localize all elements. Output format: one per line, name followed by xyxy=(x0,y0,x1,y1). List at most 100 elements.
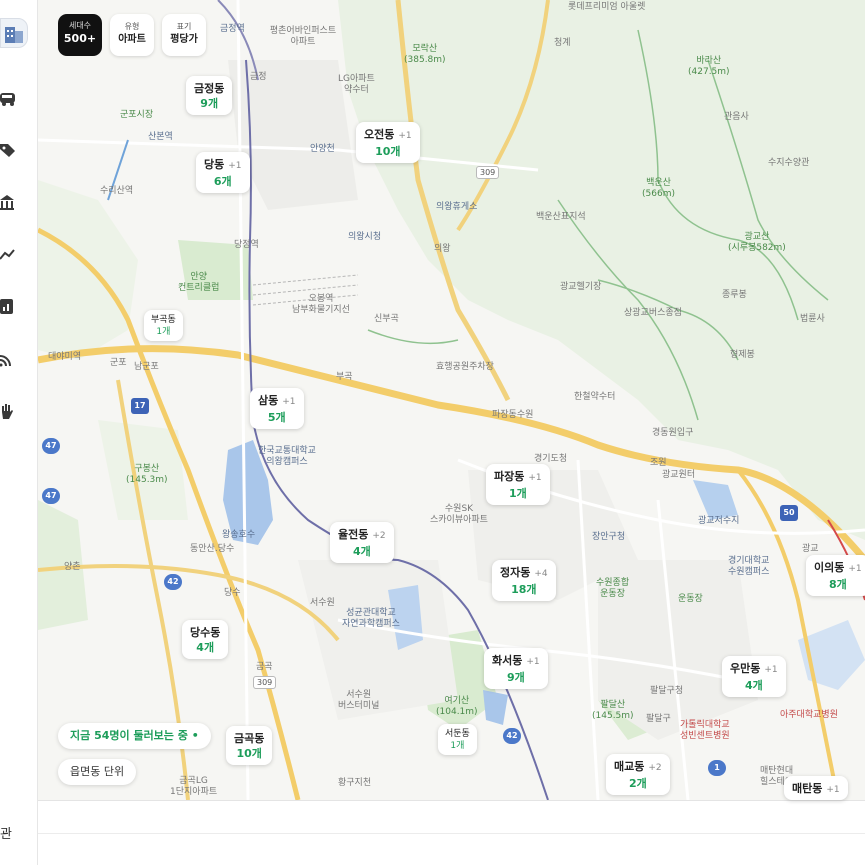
left-sidebar: 관 xyxy=(0,0,38,865)
poi-label: 평촌어바인퍼스트 아파트 xyxy=(269,26,337,47)
dong-extra: +1 xyxy=(526,657,540,667)
dong-name: 매탄동 xyxy=(792,782,823,795)
dong-extra: +1 xyxy=(398,131,412,141)
dong-count: 4개 xyxy=(196,641,215,654)
dong-count: 18개 xyxy=(511,583,537,596)
dong-count: 8개 xyxy=(828,578,847,591)
dong-count: 6개 xyxy=(213,175,232,188)
poi-label: 당수 xyxy=(224,588,241,598)
dong-extra: +4 xyxy=(534,569,548,579)
poi-label: 부곡 xyxy=(336,372,353,382)
highway-42-shield-icon: 42 xyxy=(503,728,521,744)
poi-station-label: 수리산역 xyxy=(100,186,134,196)
dong-count: 1개 xyxy=(508,487,527,500)
price-filter-chip[interactable]: 표기 평당가 xyxy=(162,14,206,56)
poi-station-label: 금정역 xyxy=(220,24,245,34)
highway-47-shield-icon: 47 xyxy=(42,488,60,504)
poi-label: 경기대학교 수원캠퍼스 xyxy=(728,556,770,577)
poi-label: 남군포 xyxy=(134,362,159,372)
dong-marker-bugok[interactable]: 부곡동 1개 xyxy=(144,310,183,341)
dong-marker-iui[interactable]: 이의동 +1 8개 xyxy=(806,555,865,596)
poi-label: 성균관대학교 자연과학캠퍼스 xyxy=(342,608,400,629)
poi-label: 수지수양관 xyxy=(768,158,810,168)
dong-name: 매교동 xyxy=(614,760,645,773)
sidebar-bottom-label[interactable]: 관 xyxy=(0,820,20,850)
type-filter-value: 아파트 xyxy=(118,34,146,45)
signal-icon[interactable] xyxy=(0,350,20,370)
dong-marker-maetan[interactable]: 매탄동 +1 xyxy=(784,776,848,800)
poi-label: 한국교통대학교 의왕캠퍼스 xyxy=(258,446,316,467)
poi-label: 금곡 xyxy=(256,662,273,672)
type-filter-chip[interactable]: 유형 아파트 xyxy=(110,14,154,56)
household-filter-chip[interactable]: 세대수 500+ xyxy=(58,14,102,56)
poi-label: 안양 컨트리클럽 xyxy=(178,272,220,293)
dong-marker-jeongja[interactable]: 정자동 +4 18개 xyxy=(492,560,556,601)
dong-marker-maegyo[interactable]: 매교동 +2 2개 xyxy=(606,754,670,795)
highway-17-shield-icon: 17 xyxy=(131,398,149,414)
dong-marker-yuljeon[interactable]: 율전동 +2 4개 xyxy=(330,522,394,563)
price-filter-label: 표기 xyxy=(176,22,192,31)
dong-marker-pajang[interactable]: 파장동 +1 1개 xyxy=(486,464,550,505)
dong-marker-geumjeong[interactable]: 금정동 9개 xyxy=(186,76,233,115)
dong-name: 오전동 xyxy=(364,128,395,141)
hand-icon[interactable] xyxy=(0,402,20,422)
poi-label: 광교저수지 xyxy=(698,516,740,526)
trend-icon[interactable] xyxy=(0,245,20,265)
bottom-panel xyxy=(38,800,865,865)
dong-extra: +1 xyxy=(826,785,840,795)
highway-50-shield-icon: 50 xyxy=(780,505,798,521)
poi-label: 수원SK 스카이뷰아파트 xyxy=(430,504,488,525)
poi-label: 서수원 xyxy=(310,598,335,608)
dong-count: 9개 xyxy=(200,97,219,110)
poi-label: 군포시장 xyxy=(120,110,154,120)
app-logo-icon[interactable] xyxy=(0,18,28,48)
poi-label: 팔달구 xyxy=(646,714,671,724)
bottom-divider xyxy=(38,833,865,834)
household-filter-value: 500+ xyxy=(63,32,97,45)
poi-mountain-label: 구봉산 (145.3m) xyxy=(126,464,168,485)
poi-station-label: 당정역 xyxy=(234,240,259,250)
dong-marker-sam[interactable]: 삼동 +1 5개 xyxy=(250,388,304,429)
poi-station-label: 대야미역 xyxy=(48,352,82,362)
dong-name: 우만동 xyxy=(730,662,761,675)
poi-label: 왕송호수 xyxy=(222,530,256,540)
dong-name: 금정동 xyxy=(194,82,225,95)
poi-label: 금정 xyxy=(250,72,267,82)
bank-icon[interactable] xyxy=(0,193,20,213)
household-filter-label: 세대수 xyxy=(68,21,92,30)
poi-label: 양촌 xyxy=(64,562,81,572)
poi-label: 팔달구청 xyxy=(650,686,684,696)
poi-hospital-label: 아주대학교병원 xyxy=(780,710,838,720)
poi-mountain-label: 여기산 (104.1m) xyxy=(436,696,478,717)
live-viewers-badge[interactable]: 지금 54명이 둘러보는 중 • xyxy=(58,723,211,749)
dong-marker-dang[interactable]: 당동 +1 6개 xyxy=(196,152,250,193)
dong-marker-uman[interactable]: 우만동 +1 4개 xyxy=(722,656,786,697)
dong-marker-geumgok[interactable]: 금곡동 10개 xyxy=(226,726,273,765)
dong-count: 4개 xyxy=(744,679,763,692)
poi-label: 서수원 버스터미널 xyxy=(338,690,380,711)
dong-count: 4개 xyxy=(352,545,371,558)
tag-icon[interactable] xyxy=(0,140,20,160)
bus-icon[interactable] xyxy=(0,88,20,108)
poi-label: 관음사 xyxy=(724,112,749,122)
dong-name: 율전동 xyxy=(338,528,369,541)
poi-label: 광교 xyxy=(802,544,819,554)
dong-marker-seodun[interactable]: 서둔동 1개 xyxy=(438,724,477,755)
dong-count: 9개 xyxy=(506,671,525,684)
dong-name: 서둔동 xyxy=(445,729,470,739)
unit-toggle-button[interactable]: 읍면동 단위 xyxy=(58,759,137,785)
document-chart-icon[interactable] xyxy=(0,297,20,317)
poi-mountain-label: 팔달산 (145.5m) xyxy=(592,700,634,721)
dong-marker-hwaseo[interactable]: 화서동 +1 9개 xyxy=(484,648,548,689)
dong-marker-ojeon[interactable]: 오전동 +1 10개 xyxy=(356,122,420,163)
poi-label: 청계 xyxy=(554,38,571,48)
poi-station-label: 오봉역 남부화물기지선 xyxy=(292,294,350,315)
poi-mountain-label: 백운산 (566m) xyxy=(642,178,675,199)
dong-marker-dangsu[interactable]: 당수동 4개 xyxy=(182,620,229,659)
poi-label: 효행공원주차장 xyxy=(436,362,494,372)
poi-label: 광교원터 xyxy=(662,470,696,480)
poi-label: 형제봉 xyxy=(730,350,755,360)
dong-extra: +1 xyxy=(764,665,778,675)
poi-label: 광교헬기장 xyxy=(560,282,602,292)
dong-count: 1개 xyxy=(156,327,171,337)
